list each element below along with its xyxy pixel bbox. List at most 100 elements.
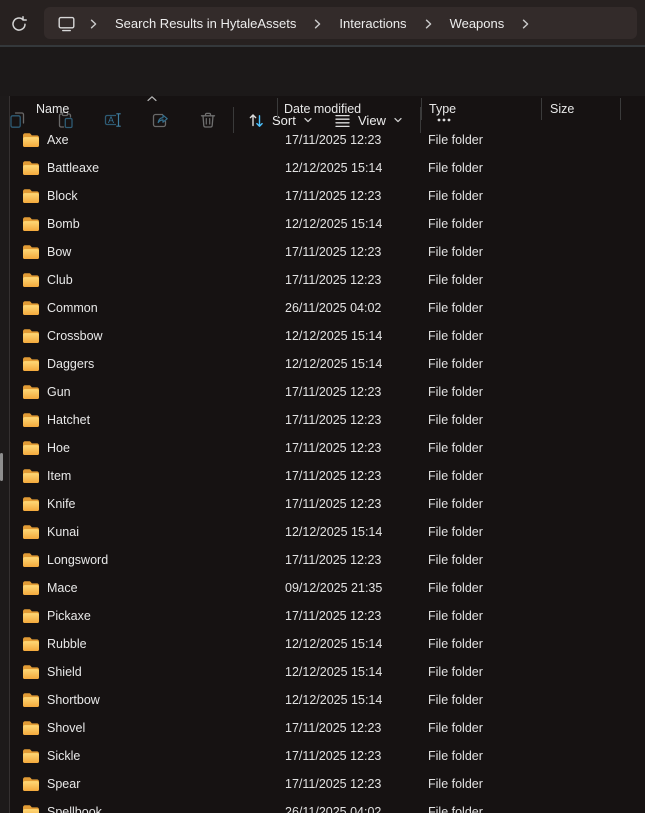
monitor-icon[interactable] [57,14,76,33]
table-row[interactable]: Club 17/11/2025 12:23 File folder [10,266,645,294]
table-row[interactable]: Bomb 12/12/2025 15:14 File folder [10,210,645,238]
file-name: Longsword [47,553,108,567]
table-row[interactable]: Axe 17/11/2025 12:23 File folder [10,126,645,154]
file-name: Hatchet [47,413,90,427]
file-type: File folder [421,497,541,511]
address-bar[interactable]: Search Results in HytaleAssets Interacti… [44,7,637,39]
file-type: File folder [421,217,541,231]
table-row[interactable]: Spear 17/11/2025 12:23 File folder [10,770,645,798]
file-date-modified: 17/11/2025 12:23 [277,777,421,791]
table-row[interactable]: Hoe 17/11/2025 12:23 File folder [10,434,645,462]
file-type: File folder [421,777,541,791]
file-date-modified: 17/11/2025 12:23 [277,469,421,483]
folder-icon [22,244,40,260]
table-row[interactable]: Item 17/11/2025 12:23 File folder [10,462,645,490]
file-type: File folder [421,413,541,427]
folder-icon [22,496,40,512]
file-name: Bomb [47,217,80,231]
folder-icon [22,804,40,813]
file-name: Club [47,273,73,287]
table-row[interactable]: Shortbow 12/12/2025 15:14 File folder [10,686,645,714]
file-name: Common [47,301,98,315]
file-type: File folder [421,609,541,623]
folder-icon [22,216,40,232]
table-row[interactable]: Daggers 12/12/2025 15:14 File folder [10,350,645,378]
folder-icon [22,524,40,540]
table-row[interactable]: Mace 09/12/2025 21:35 File folder [10,574,645,602]
file-type: File folder [421,441,541,455]
table-row[interactable]: Gun 17/11/2025 12:23 File folder [10,378,645,406]
table-row[interactable]: Battleaxe 12/12/2025 15:14 File folder [10,154,645,182]
folder-icon [22,440,40,456]
title-bar: Search Results in HytaleAssets Interacti… [0,0,645,47]
table-row[interactable]: Block 17/11/2025 12:23 File folder [10,182,645,210]
table-row[interactable]: Hatchet 17/11/2025 12:23 File folder [10,406,645,434]
file-name: Shield [47,665,82,679]
file-date-modified: 26/11/2025 04:02 [277,301,421,315]
table-row[interactable]: Spellbook 26/11/2025 04:02 File folder [10,798,645,813]
table-row[interactable]: Crossbow 12/12/2025 15:14 File folder [10,322,645,350]
column-header-name[interactable]: Name [10,98,277,120]
file-type: File folder [421,245,541,259]
file-date-modified: 17/11/2025 12:23 [277,413,421,427]
table-row[interactable]: Longsword 17/11/2025 12:23 File folder [10,546,645,574]
file-name: Axe [47,133,69,147]
folder-icon [22,132,40,148]
file-name: Rubble [47,637,87,651]
file-date-modified: 17/11/2025 12:23 [277,721,421,735]
breadcrumb-item-search-results[interactable]: Search Results in HytaleAssets [111,14,300,33]
chevron-right-icon[interactable] [89,17,98,31]
folder-icon [22,468,40,484]
file-date-modified: 17/11/2025 12:23 [277,497,421,511]
table-row[interactable]: Kunai 12/12/2025 15:14 File folder [10,518,645,546]
file-name: Shovel [47,721,85,735]
column-header-row: Name Date modified Type Size [10,96,621,122]
file-type: File folder [421,637,541,651]
file-type: File folder [421,189,541,203]
table-row[interactable]: Pickaxe 17/11/2025 12:23 File folder [10,602,645,630]
file-date-modified: 17/11/2025 12:23 [277,189,421,203]
file-name: Mace [47,581,78,595]
chevron-right-icon[interactable] [424,17,433,31]
folder-icon [22,552,40,568]
file-type: File folder [421,273,541,287]
chevron-right-icon[interactable] [521,17,530,31]
file-date-modified: 17/11/2025 12:23 [277,273,421,287]
folder-icon [22,608,40,624]
column-header-type[interactable]: Type [421,98,541,120]
folder-icon [22,300,40,316]
table-row[interactable]: Shovel 17/11/2025 12:23 File folder [10,714,645,742]
file-type: File folder [421,161,541,175]
file-type: File folder [421,301,541,315]
table-row[interactable]: Common 26/11/2025 04:02 File folder [10,294,645,322]
file-date-modified: 17/11/2025 12:23 [277,441,421,455]
file-date-modified: 12/12/2025 15:14 [277,217,421,231]
file-type: File folder [421,693,541,707]
left-scrollbar-thumb[interactable] [0,453,3,481]
folder-icon [22,720,40,736]
breadcrumb-item-interactions[interactable]: Interactions [335,14,410,33]
file-date-modified: 17/11/2025 12:23 [277,609,421,623]
folder-icon [22,356,40,372]
folder-icon [22,748,40,764]
file-date-modified: 17/11/2025 12:23 [277,553,421,567]
table-row[interactable]: Bow 17/11/2025 12:23 File folder [10,238,645,266]
chevron-right-icon[interactable] [313,17,322,31]
file-name: Hoe [47,441,70,455]
column-header-size[interactable]: Size [541,98,621,120]
file-name: Shortbow [47,693,100,707]
table-row[interactable]: Knife 17/11/2025 12:23 File folder [10,490,645,518]
folder-icon [22,412,40,428]
table-row[interactable]: Rubble 12/12/2025 15:14 File folder [10,630,645,658]
column-header-date-modified[interactable]: Date modified [277,98,421,120]
file-date-modified: 12/12/2025 15:14 [277,693,421,707]
folder-icon [22,188,40,204]
refresh-button[interactable] [8,13,30,35]
refresh-icon [10,15,28,33]
table-row[interactable]: Shield 12/12/2025 15:14 File folder [10,658,645,686]
folder-icon [22,776,40,792]
file-name: Item [47,469,71,483]
breadcrumb-item-weapons[interactable]: Weapons [446,14,509,33]
table-row[interactable]: Sickle 17/11/2025 12:23 File folder [10,742,645,770]
file-type: File folder [421,357,541,371]
